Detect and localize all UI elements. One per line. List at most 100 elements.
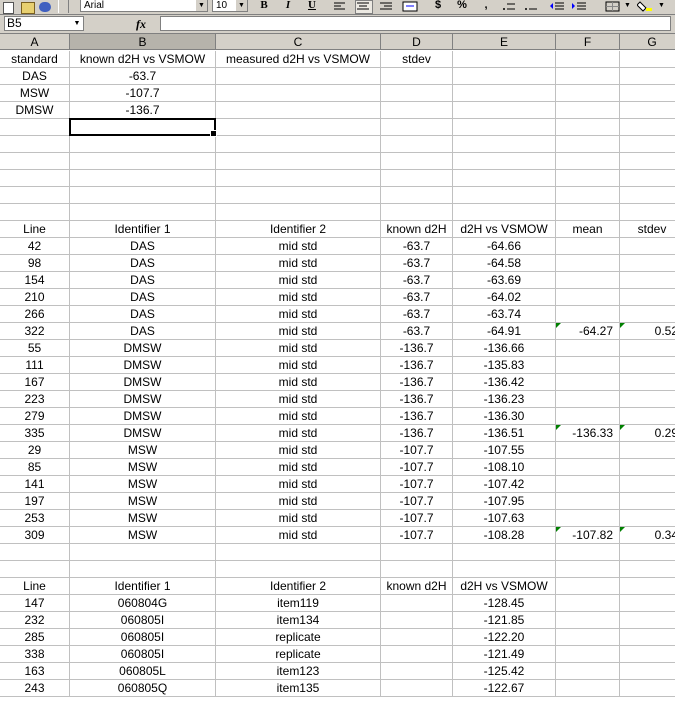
cell-g20[interactable] — [620, 374, 675, 391]
cell-c16[interactable]: mid std — [216, 306, 381, 323]
cell-f25[interactable] — [556, 459, 620, 476]
column-header-e[interactable]: E — [453, 34, 556, 50]
cell-f24[interactable] — [556, 442, 620, 459]
cell-g34[interactable] — [620, 612, 675, 629]
cell-e19[interactable]: -135.83 — [453, 357, 556, 374]
cell-b17[interactable]: DAS — [70, 323, 216, 340]
cell-a20[interactable]: 167 — [0, 374, 70, 391]
cell-f23[interactable]: -136.33 — [556, 425, 620, 442]
cell-c21[interactable]: mid std — [216, 391, 381, 408]
cell-d7[interactable] — [381, 153, 453, 170]
cell-d11[interactable]: known d2H — [381, 221, 453, 238]
cell-e15[interactable]: -64.02 — [453, 289, 556, 306]
cell-d26[interactable]: -107.7 — [381, 476, 453, 493]
cell-d23[interactable]: -136.7 — [381, 425, 453, 442]
cell-d22[interactable]: -136.7 — [381, 408, 453, 425]
cell-a19[interactable]: 111 — [0, 357, 70, 374]
increase-indent-icon[interactable] — [570, 0, 588, 14]
cell-e33[interactable]: -128.45 — [453, 595, 556, 612]
cell-d36[interactable] — [381, 646, 453, 663]
column-header-a[interactable]: A — [0, 34, 70, 50]
cell-e1[interactable] — [453, 51, 556, 68]
cell-e8[interactable] — [453, 170, 556, 187]
chevron-down-icon[interactable]: ▼ — [72, 18, 82, 29]
cell-a28[interactable]: 253 — [0, 510, 70, 527]
cell-g26[interactable] — [620, 476, 675, 493]
formula-input[interactable] — [160, 16, 671, 31]
font-size-dropdown[interactable]: 10 ▼ — [212, 0, 248, 12]
cell-a6[interactable] — [0, 136, 70, 153]
cell-c35[interactable]: replicate — [216, 629, 381, 646]
cell-g13[interactable] — [620, 255, 675, 272]
cell-d13[interactable]: -63.7 — [381, 255, 453, 272]
cell-f7[interactable] — [556, 153, 620, 170]
column-header-b[interactable]: B — [70, 34, 216, 50]
cell-e5[interactable] — [453, 119, 556, 136]
cell-f35[interactable] — [556, 629, 620, 646]
cell-d21[interactable]: -136.7 — [381, 391, 453, 408]
cell-b4[interactable]: -136.7 — [70, 102, 216, 119]
cell-b35[interactable]: 060805I — [70, 629, 216, 646]
underline-button[interactable]: U — [302, 0, 322, 13]
cell-e30[interactable] — [453, 544, 556, 561]
cell-b3[interactable]: -107.7 — [70, 85, 216, 102]
cell-f3[interactable] — [556, 85, 620, 102]
cell-c17[interactable]: mid std — [216, 323, 381, 340]
cell-g15[interactable] — [620, 289, 675, 306]
cell-b33[interactable]: 060804G — [70, 595, 216, 612]
cell-a37[interactable]: 163 — [0, 663, 70, 680]
cell-c27[interactable]: mid std — [216, 493, 381, 510]
cell-e12[interactable]: -64.66 — [453, 238, 556, 255]
cell-g6[interactable] — [620, 136, 675, 153]
cell-b34[interactable]: 060805I — [70, 612, 216, 629]
cell-b7[interactable] — [70, 153, 216, 170]
cell-g14[interactable] — [620, 272, 675, 289]
cell-g2[interactable] — [620, 68, 675, 85]
cell-g19[interactable] — [620, 357, 675, 374]
cell-e26[interactable]: -107.42 — [453, 476, 556, 493]
cell-b14[interactable]: DAS — [70, 272, 216, 289]
cell-f14[interactable] — [556, 272, 620, 289]
cell-b2[interactable]: -63.7 — [70, 68, 216, 85]
currency-button[interactable]: $ — [428, 0, 448, 13]
cell-e23[interactable]: -136.51 — [453, 425, 556, 442]
cell-e22[interactable]: -136.30 — [453, 408, 556, 425]
cell-g12[interactable] — [620, 238, 675, 255]
cell-f29[interactable]: -107.82 — [556, 527, 620, 544]
cell-b5[interactable] — [70, 119, 216, 136]
cell-d17[interactable]: -63.7 — [381, 323, 453, 340]
cell-f31[interactable] — [556, 561, 620, 578]
cell-c38[interactable]: item135 — [216, 680, 381, 697]
cell-a2[interactable]: DAS — [0, 68, 70, 85]
cell-c2[interactable] — [216, 68, 381, 85]
cell-g3[interactable] — [620, 85, 675, 102]
cell-f12[interactable] — [556, 238, 620, 255]
cell-g21[interactable] — [620, 391, 675, 408]
cell-a31[interactable] — [0, 561, 70, 578]
cell-d12[interactable]: -63.7 — [381, 238, 453, 255]
cell-c20[interactable]: mid std — [216, 374, 381, 391]
cell-c37[interactable]: item123 — [216, 663, 381, 680]
cell-g25[interactable] — [620, 459, 675, 476]
cell-f34[interactable] — [556, 612, 620, 629]
cell-e9[interactable] — [453, 187, 556, 204]
cell-c6[interactable] — [216, 136, 381, 153]
email-icon[interactable] — [18, 0, 36, 14]
cell-g22[interactable] — [620, 408, 675, 425]
cell-f20[interactable] — [556, 374, 620, 391]
cell-g23[interactable]: 0.29 — [620, 425, 675, 442]
cell-a29[interactable]: 309 — [0, 527, 70, 544]
cell-e29[interactable]: -108.28 — [453, 527, 556, 544]
chevron-down-icon[interactable]: ▼ — [236, 0, 247, 11]
cell-e20[interactable]: -136.42 — [453, 374, 556, 391]
cell-d35[interactable] — [381, 629, 453, 646]
borders-icon[interactable] — [604, 0, 622, 14]
toolbar-options-icon[interactable] — [58, 0, 69, 13]
cell-g5[interactable] — [620, 119, 675, 136]
cell-c23[interactable]: mid std — [216, 425, 381, 442]
cell-f22[interactable] — [556, 408, 620, 425]
merge-center-icon[interactable] — [401, 0, 419, 14]
cell-g4[interactable] — [620, 102, 675, 119]
cell-a17[interactable]: 322 — [0, 323, 70, 340]
cell-b21[interactable]: DMSW — [70, 391, 216, 408]
